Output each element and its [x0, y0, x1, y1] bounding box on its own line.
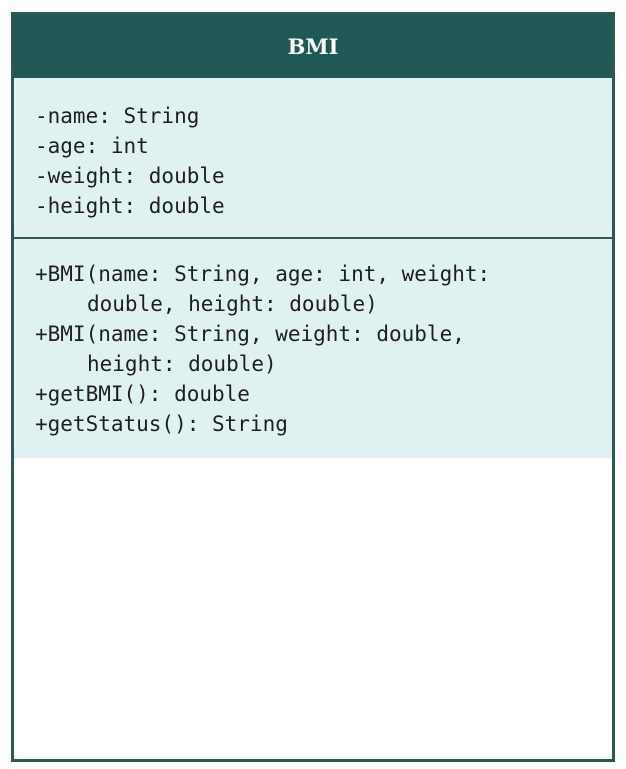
attribute-height: -height: double — [35, 194, 225, 218]
operations-section: +BMI(name: String, age: int, weight: dou… — [14, 239, 612, 458]
operation-get-bmi: +getBMI(): double — [35, 382, 250, 406]
operation-get-status: +getStatus(): String — [35, 412, 288, 436]
attribute-weight: -weight: double — [35, 164, 225, 188]
class-name-header: BMI — [14, 15, 612, 78]
operation-constructor-no-age: +BMI(name: String, weight: double, — [35, 322, 465, 346]
attribute-age: -age: int — [35, 134, 149, 158]
operation-constructor-full: +BMI(name: String, age: int, weight: — [35, 262, 491, 286]
attribute-name: -name: String — [35, 104, 200, 128]
operation-constructor-full-continued: double, height: double) — [87, 292, 378, 316]
uml-class-box: BMI -name: String -age: int -weight: dou… — [11, 12, 615, 762]
operation-constructor-no-age-continued: height: double) — [87, 352, 277, 376]
attributes-section: -name: String -age: int -weight: double … — [14, 78, 612, 239]
class-name: BMI — [287, 34, 339, 59]
